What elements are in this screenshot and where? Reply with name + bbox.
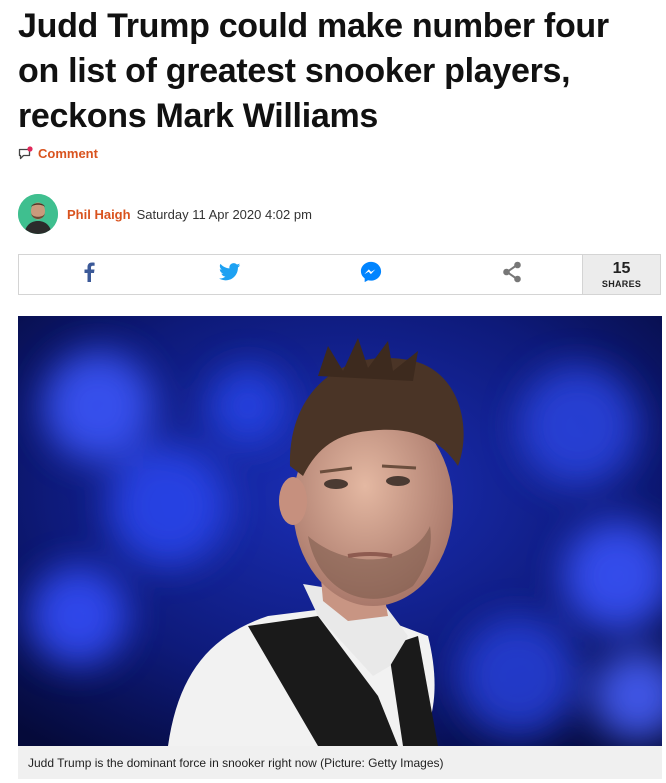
byline: Phil Haigh Saturday 11 Apr 2020 4:02 pm	[18, 194, 312, 234]
comment-label[interactable]: Comment	[38, 146, 98, 161]
facebook-icon	[83, 262, 95, 287]
share-bar: 15 SHARES	[18, 254, 661, 295]
article-headline: Judd Trump could make number four on lis…	[18, 7, 609, 135]
facebook-share-button[interactable]	[19, 255, 160, 294]
share-count-label: SHARES	[601, 278, 642, 289]
author-avatar[interactable]	[18, 194, 58, 234]
comment-link[interactable]: Comment	[18, 146, 98, 161]
twitter-icon	[219, 263, 241, 286]
messenger-share-button[interactable]	[301, 255, 442, 294]
messenger-icon	[360, 261, 382, 288]
native-share-button[interactable]	[441, 255, 582, 294]
hero-image	[18, 316, 662, 746]
share-icon	[502, 261, 522, 288]
twitter-share-button[interactable]	[160, 255, 301, 294]
comment-icon	[18, 146, 33, 161]
share-count: 15 SHARES	[582, 255, 660, 294]
author-name[interactable]: Phil Haigh	[67, 207, 131, 222]
share-count-number: 15	[612, 259, 631, 277]
image-caption: Judd Trump is the dominant force in snoo…	[18, 746, 662, 779]
publish-date: Saturday 11 Apr 2020 4:02 pm	[136, 206, 312, 222]
